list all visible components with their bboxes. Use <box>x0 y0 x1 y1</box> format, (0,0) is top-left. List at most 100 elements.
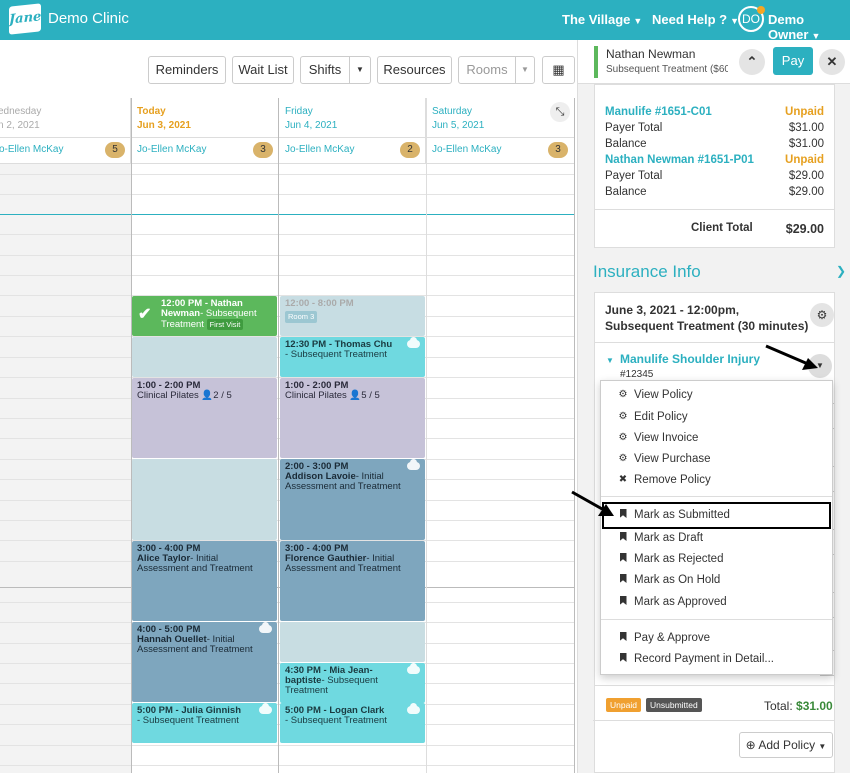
current-time-line <box>0 214 575 215</box>
menu-item-view-policy[interactable]: ⚙ View Policy <box>601 386 832 406</box>
location-dropdown[interactable]: The Village ▼ <box>562 12 642 27</box>
gear-button[interactable]: ⚙ <box>810 303 834 327</box>
clinic-name[interactable]: Demo Clinic <box>48 10 129 27</box>
staff-row[interactable]: Jo-Ellen McKay 2 <box>279 138 426 164</box>
caret-down-icon: ▼ <box>633 16 643 26</box>
bookmark-icon <box>618 596 628 608</box>
caret-down-icon: ▼ <box>818 742 827 751</box>
policy-options-menu: ⚙ View Policy ⚙ Edit Policy ⚙ View Invoice … <box>600 380 833 675</box>
appointment-placeholder <box>280 622 425 662</box>
insurance-info-title[interactable]: Insurance Info <box>593 262 701 282</box>
appointment-logan-clark[interactable]: 5:00 PM - Logan Clark - Subsequent Treat… <box>280 703 425 743</box>
invoice-line-patient[interactable]: Nathan Newman #1651-P01 <box>605 154 754 166</box>
column-header-wednesday[interactable]: ednesday n 2, 2021 <box>0 98 131 138</box>
chevron-down-icon[interactable]: ❯ <box>836 264 846 278</box>
appointment-thomas-chu[interactable]: 12:30 PM - Thomas Chu - Subsequent Treat… <box>280 337 425 377</box>
appointment-florence-gauthier[interactable]: 3:00 - 4:00 PM Florence Gauthier- Initia… <box>280 541 425 621</box>
unpaid-status: Unpaid <box>785 154 824 166</box>
room-tag: Room 3 <box>285 311 318 323</box>
user-menu[interactable]: Demo Owner ▼ <box>768 12 850 42</box>
top-bar: Jane Demo Clinic The Village ▼ Need Help … <box>0 0 850 42</box>
status-badge-unsubmitted: Unsubmitted <box>646 698 702 712</box>
column-header-friday[interactable]: Friday Jun 4, 2021 <box>279 98 426 138</box>
compress-icon[interactable]: ⤡ <box>550 102 570 122</box>
help-menu[interactable]: Need Help ? ▼ <box>652 12 739 27</box>
check-icon: ✔ <box>138 306 152 323</box>
menu-divider <box>601 496 832 497</box>
policy-name[interactable]: Manulife Shoulder Injury <box>620 352 760 366</box>
gear-icon: ⚙ <box>618 411 628 422</box>
close-icon: ✕ <box>826 54 838 69</box>
appointment-alice-taylor[interactable]: 3:00 - 4:00 PM Alice Taylor- Initial Ass… <box>132 541 277 621</box>
resources-button[interactable]: Resources <box>377 56 452 84</box>
patient-name[interactable]: Nathan Newman <box>606 47 695 61</box>
person-icon: 👤 <box>349 390 362 401</box>
cloud-icon <box>259 703 272 714</box>
appointment-count-badge: 3 <box>548 142 568 158</box>
add-policy-button[interactable]: ⊕ Add Policy ▼ <box>739 732 833 758</box>
shift-block[interactable]: 12:00 - 8:00 PM Room 3 <box>280 296 425 336</box>
menu-item-mark-as-submitted[interactable]: Mark as Submitted <box>602 502 831 529</box>
cloud-icon <box>407 459 420 470</box>
caret-down-icon: ▼ <box>521 65 529 74</box>
status-badge-unpaid: Unpaid <box>606 698 641 712</box>
cloud-icon <box>407 703 420 714</box>
appointment-count-badge: 3 <box>253 142 273 158</box>
appointment-addison-lavoie[interactable]: 2:00 - 3:00 PM Addison Lavoie- Initial A… <box>280 459 425 540</box>
jane-logo[interactable]: Jane <box>9 3 41 35</box>
bookmark-icon <box>618 574 628 586</box>
invoice-card: Manulife #1651-C01 Unpaid Payer Total $3… <box>594 84 835 248</box>
appointment-count-badge: 2 <box>400 142 420 158</box>
bookmark-icon <box>618 553 628 565</box>
table-icon: ▦ <box>552 62 565 77</box>
grid-view-button[interactable]: ▦ <box>542 56 575 84</box>
menu-item-record-payment[interactable]: Record Payment in Detail... <box>601 650 832 670</box>
menu-item-pay-and-approve[interactable]: Pay & Approve <box>601 629 832 649</box>
staff-row[interactable]: Jo-Ellen McKay 3 <box>131 138 279 164</box>
invoice-line-manulife[interactable]: Manulife #1651-C01 <box>605 106 712 118</box>
appointment-mia-jean-baptiste[interactable]: 4:30 PM - Mia Jean- baptiste- Subsequent… <box>280 663 425 703</box>
menu-item-view-invoice[interactable]: ⚙ View Invoice <box>601 429 832 449</box>
status-accent <box>594 46 598 78</box>
caret-down-icon: ▼ <box>356 65 364 74</box>
menu-item-remove-policy[interactable]: ✖ Remove Policy <box>601 471 832 491</box>
treatment-summary: Subsequent Treatment ($60 <box>606 64 728 75</box>
appointment-julia-ginnish[interactable]: 5:00 PM - Julia Ginnish - Subsequent Tre… <box>132 703 277 743</box>
appointment-placeholder <box>132 337 277 377</box>
annotation-arrow-icon <box>571 490 614 516</box>
calendar-grid: ednesday n 2, 2021 Today Jun 3, 2021 Fri… <box>0 98 575 773</box>
gear-icon: ⚙ <box>618 453 628 464</box>
column-header-today[interactable]: Today Jun 3, 2021 <box>131 98 279 138</box>
cloud-icon <box>259 622 272 633</box>
expand-collapse-button[interactable]: ⌃ <box>739 49 765 75</box>
shifts-dropdown-button[interactable]: ▼ <box>349 56 371 84</box>
menu-item-mark-as-approved[interactable]: Mark as Approved <box>601 593 832 613</box>
appointment-clinical-pilates[interactable]: 1:00 - 2:00 PM Clinical Pilates 👤5 / 5 <box>280 378 425 458</box>
rooms-button[interactable]: Rooms <box>458 56 516 84</box>
pay-button[interactable]: Pay <box>773 47 813 75</box>
first-visit-tag: First Visit <box>206 319 244 330</box>
wait-list-button[interactable]: Wait List <box>232 56 294 84</box>
close-button[interactable]: ✕ <box>819 49 845 75</box>
avatar[interactable]: DO <box>738 6 765 32</box>
menu-item-mark-as-draft[interactable]: Mark as Draft <box>601 529 832 549</box>
panel-header: Nathan Newman Subsequent Treatment ($60 … <box>578 40 850 84</box>
cloud-icon <box>407 337 420 348</box>
bookmark-icon <box>618 653 628 665</box>
reminders-button[interactable]: Reminders <box>148 56 226 84</box>
menu-item-mark-as-rejected[interactable]: Mark as Rejected <box>601 550 832 570</box>
rooms-dropdown-button[interactable]: ▼ <box>515 56 535 84</box>
shifts-button[interactable]: Shifts <box>300 56 350 84</box>
person-icon: 👤 <box>201 390 214 401</box>
close-icon: ✖ <box>618 474 628 485</box>
appointment-nathan-newman[interactable]: ✔ 12:00 PM - Nathan Newman- Subsequent T… <box>132 296 277 336</box>
staff-row[interactable]: Jo-Ellen McKay 3 <box>426 138 575 164</box>
caret-down-icon[interactable]: ▼ <box>606 356 614 365</box>
appointment-hannah-ouellet[interactable]: 4:00 - 5:00 PM Hannah Ouellet- Initial A… <box>132 622 277 702</box>
menu-item-mark-as-on-hold[interactable]: Mark as On Hold <box>601 571 832 591</box>
appointment-clinical-pilates[interactable]: 1:00 - 2:00 PM Clinical Pilates 👤2 / 5 <box>132 378 277 458</box>
menu-item-edit-policy[interactable]: ⚙ Edit Policy <box>601 408 832 428</box>
menu-item-view-purchase[interactable]: ⚙ View Purchase <box>601 450 832 470</box>
staff-row[interactable]: o-Ellen McKay 5 <box>0 138 131 164</box>
policy-total: Total: $31.00 <box>764 699 833 713</box>
